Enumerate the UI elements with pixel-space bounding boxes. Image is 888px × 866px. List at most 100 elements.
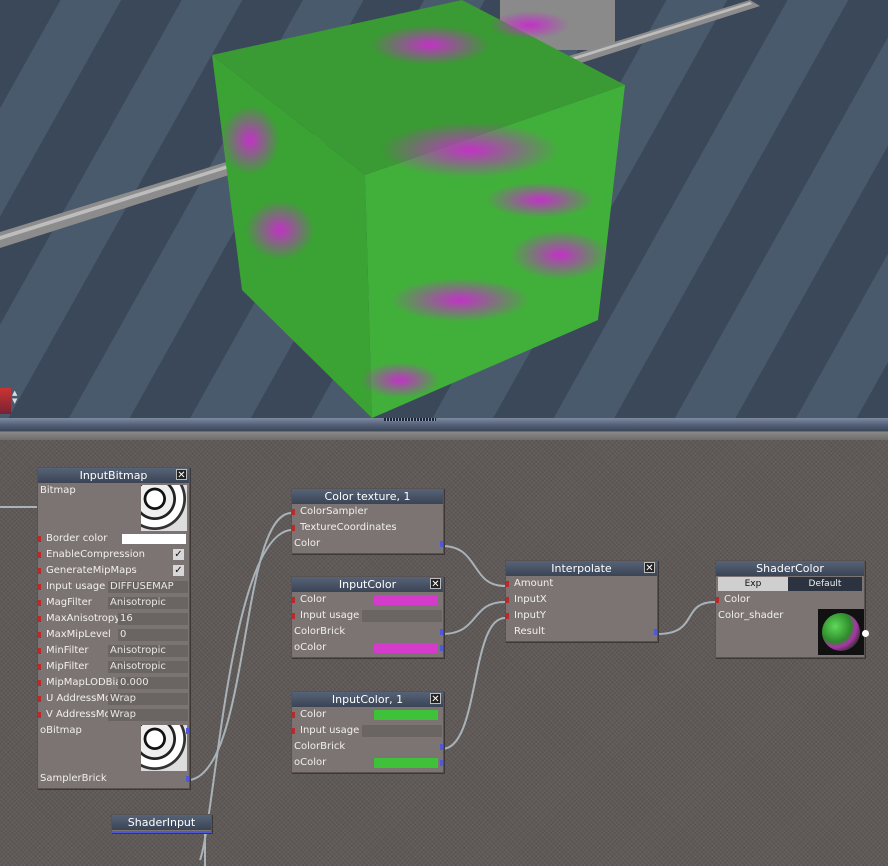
splitter-grip[interactable] bbox=[384, 418, 436, 421]
mag-filter-label: MagFilter bbox=[46, 597, 92, 608]
max-anisotropy-row[interactable]: MaxAnisotropy 16 bbox=[38, 611, 189, 627]
generate-mipmaps-row[interactable]: GenerateMipMaps ✓ bbox=[38, 563, 189, 579]
input-color-usage-value[interactable] bbox=[362, 610, 442, 622]
generate-mipmaps-checkbox[interactable]: ✓ bbox=[173, 565, 184, 576]
u-address-row[interactable]: U AddressMode Wrap bbox=[38, 691, 189, 707]
shader-color-tabs: Exp Default bbox=[718, 577, 862, 591]
border-color-row[interactable]: Border color bbox=[38, 531, 189, 547]
obitmap-thumbnail bbox=[141, 725, 187, 771]
shader-color-color-label: Color bbox=[724, 594, 751, 605]
v-address-row[interactable]: V AddressMode Wrap bbox=[38, 707, 189, 723]
input-color-usage-row[interactable]: Input usage bbox=[292, 608, 443, 624]
tab-default[interactable]: Default bbox=[790, 577, 860, 591]
generate-mipmaps-label: GenerateMipMaps bbox=[46, 565, 137, 576]
input-color-ocolor-row[interactable]: oColor bbox=[292, 640, 443, 656]
node-graph-canvas[interactable]: InputBitmap ✕ Bitmap Border color EnableC… bbox=[0, 440, 888, 866]
input-color-1-node[interactable]: InputColor, 1 ✕ Color Input usage ColorBr… bbox=[291, 691, 444, 773]
mag-filter-value[interactable]: Anisotropic bbox=[108, 597, 188, 609]
shader-input-node[interactable]: ShaderInput bbox=[111, 814, 212, 833]
input-usage-value[interactable]: DIFFUSEMAP bbox=[108, 581, 188, 593]
panel-splitter[interactable] bbox=[0, 418, 888, 440]
input-usage-row[interactable]: Input usage DIFFUSEMAP bbox=[38, 579, 189, 595]
color-sampler-row[interactable]: ColorSampler bbox=[292, 504, 443, 520]
lod-bias-value[interactable]: 0.000 bbox=[118, 677, 188, 689]
enable-compression-row[interactable]: EnableCompression ✓ bbox=[38, 547, 189, 563]
arrow-down-icon[interactable]: ▼ bbox=[12, 397, 17, 405]
input-color-title[interactable]: InputColor ✕ bbox=[292, 577, 443, 592]
close-icon[interactable]: ✕ bbox=[430, 578, 441, 590]
input-color-1-color-row[interactable]: Color bbox=[292, 707, 443, 723]
amount-label: Amount bbox=[514, 578, 554, 589]
border-color-label: Border color bbox=[46, 533, 108, 544]
mip-filter-label: MipFilter bbox=[46, 661, 89, 672]
input-color-brick-row[interactable]: ColorBrick bbox=[292, 624, 443, 640]
input-color-1-brick-row[interactable]: ColorBrick bbox=[292, 739, 443, 755]
result-label: Result bbox=[514, 626, 545, 637]
lod-bias-label: MipMapLODBias bbox=[46, 677, 127, 688]
input-color-color-row[interactable]: Color bbox=[292, 592, 443, 608]
shader-color-node[interactable]: ShaderColor Exp Default Color Color_shad… bbox=[715, 560, 869, 658]
input-color-brick-label: ColorBrick bbox=[294, 626, 346, 637]
wire-texcolor-to-amount bbox=[441, 545, 506, 587]
shader-output-port[interactable] bbox=[862, 630, 869, 637]
max-anisotropy-value[interactable]: 16 bbox=[118, 613, 188, 625]
input-x-row[interactable]: InputX bbox=[506, 592, 657, 608]
shader-color-color-row[interactable]: Color bbox=[716, 592, 864, 608]
close-icon[interactable]: ✕ bbox=[644, 562, 655, 574]
input-color-1-title[interactable]: InputColor, 1 ✕ bbox=[292, 692, 443, 707]
shader-color-title[interactable]: ShaderColor bbox=[716, 561, 864, 576]
magenta-output-swatch bbox=[374, 643, 438, 653]
close-icon[interactable]: ✕ bbox=[430, 693, 441, 705]
v-address-value[interactable]: Wrap bbox=[108, 709, 188, 721]
input-color-1-usage-row[interactable]: Input usage bbox=[292, 723, 443, 739]
texture-coords-row[interactable]: TextureCoordinates bbox=[292, 520, 443, 536]
sampler-brick-row[interactable]: SamplerBrick bbox=[38, 771, 189, 787]
green-output-swatch bbox=[374, 758, 438, 768]
close-icon[interactable]: ✕ bbox=[176, 469, 187, 481]
input-bitmap-title[interactable]: InputBitmap ✕ bbox=[38, 468, 189, 483]
input-color-title-text: InputColor bbox=[338, 578, 397, 591]
border-color-swatch[interactable] bbox=[122, 534, 186, 544]
obitmap-row[interactable]: oBitmap bbox=[38, 723, 189, 771]
magenta-swatch[interactable] bbox=[374, 595, 438, 605]
bitmap-thumbnail[interactable] bbox=[141, 485, 187, 531]
input-color-1-ocolor-label: oColor bbox=[294, 757, 327, 768]
texture-icon[interactable] bbox=[0, 388, 11, 414]
max-mip-level-label: MaxMipLevel bbox=[46, 629, 111, 640]
mip-filter-value[interactable]: Anisotropic bbox=[108, 661, 188, 673]
u-address-value[interactable]: Wrap bbox=[108, 693, 188, 705]
input-y-row[interactable]: InputY bbox=[506, 608, 657, 624]
amount-row[interactable]: Amount bbox=[506, 576, 657, 592]
green-swatch[interactable] bbox=[374, 710, 438, 720]
wire-shaderinput-to-texcoords bbox=[199, 529, 292, 861]
result-row[interactable]: Result bbox=[506, 624, 657, 640]
tab-exp[interactable]: Exp bbox=[718, 577, 788, 591]
color-shader-label: Color_shader bbox=[718, 610, 784, 621]
enable-compression-checkbox[interactable]: ✓ bbox=[173, 549, 184, 560]
mip-filter-row[interactable]: MipFilter Anisotropic bbox=[38, 659, 189, 675]
input-color-ocolor-label: oColor bbox=[294, 642, 327, 653]
3d-viewport[interactable]: ▲ ▼ bbox=[0, 0, 888, 418]
min-filter-row[interactable]: MinFilter Anisotropic bbox=[38, 643, 189, 659]
min-filter-value[interactable]: Anisotropic bbox=[108, 645, 188, 657]
color-texture-node[interactable]: Color texture, 1 ColorSampler TextureCoo… bbox=[291, 488, 444, 554]
shader-input-title[interactable]: ShaderInput bbox=[112, 815, 211, 830]
input-color-1-ocolor-row[interactable]: oColor bbox=[292, 755, 443, 771]
input-color-1-usage-value[interactable] bbox=[362, 725, 442, 737]
enable-compression-label: EnableCompression bbox=[46, 549, 145, 560]
interpolate-node[interactable]: Interpolate ✕ Amount InputX InputY Result bbox=[505, 560, 658, 642]
interpolate-title[interactable]: Interpolate ✕ bbox=[506, 561, 657, 576]
input-color-node[interactable]: InputColor ✕ Color Input usage ColorBrick… bbox=[291, 576, 444, 658]
max-mip-level-row[interactable]: MaxMipLevel 0 bbox=[38, 627, 189, 643]
mag-filter-row[interactable]: MagFilter Anisotropic bbox=[38, 595, 189, 611]
shader-preview-sphere bbox=[818, 609, 864, 655]
color-texture-color-row[interactable]: Color bbox=[292, 536, 443, 552]
wire-sampler-to-colorsampler bbox=[189, 512, 292, 781]
max-mip-level-value[interactable]: 0 bbox=[118, 629, 188, 641]
sampler-brick-label: SamplerBrick bbox=[40, 773, 107, 784]
color-texture-title[interactable]: Color texture, 1 bbox=[292, 489, 443, 504]
texture-coords-label: TextureCoordinates bbox=[300, 522, 397, 533]
arrow-up-icon[interactable]: ▲ bbox=[12, 389, 17, 397]
lod-bias-row[interactable]: MipMapLODBias 0.000 bbox=[38, 675, 189, 691]
input-bitmap-node[interactable]: InputBitmap ✕ Bitmap Border color EnableC… bbox=[37, 467, 190, 789]
